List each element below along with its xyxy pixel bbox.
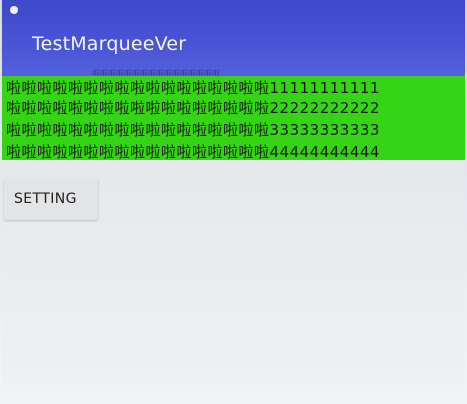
app-bar: TestMarqueeVer 啦啦啦啦啦啦啦啦啦啦啦啦啦啦啦啦 — [2, 0, 465, 78]
bottom-shadow — [0, 372, 467, 404]
marquee-line-3: 啦啦啦啦啦啦啦啦啦啦啦啦啦啦啦啦啦33333333333 — [6, 121, 380, 139]
app-title: TestMarqueeVer — [32, 33, 187, 55]
photo-frame: TestMarqueeVer 啦啦啦啦啦啦啦啦啦啦啦啦啦啦啦啦 啦啦啦啦啦啦啦啦… — [0, 0, 467, 404]
marquee-line-1: 啦啦啦啦啦啦啦啦啦啦啦啦啦啦啦啦啦11111111111 — [6, 79, 380, 97]
status-bar — [2, 0, 465, 20]
marquee-text-block: 啦啦啦啦啦啦啦啦啦啦啦啦啦啦啦啦啦11111111111 啦啦啦啦啦啦啦啦啦啦啦… — [2, 76, 465, 160]
marquee-line-4: 啦啦啦啦啦啦啦啦啦啦啦啦啦啦啦啦啦44444444444 — [6, 143, 380, 160]
device-screen: TestMarqueeVer 啦啦啦啦啦啦啦啦啦啦啦啦啦啦啦啦 啦啦啦啦啦啦啦啦… — [2, 0, 465, 392]
notification-dot-icon — [10, 6, 18, 14]
setting-button[interactable]: SETTING — [4, 178, 98, 220]
marquee-line-2: 啦啦啦啦啦啦啦啦啦啦啦啦啦啦啦啦啦22222222222 — [6, 99, 380, 117]
